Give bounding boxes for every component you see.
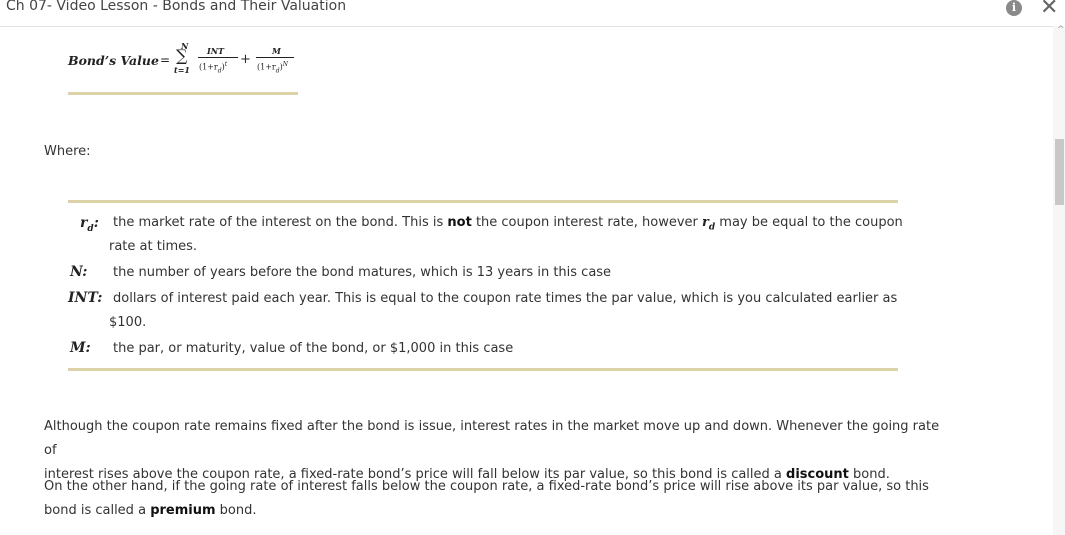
lesson-content: Bond’s Value = N ∑ t=1 INT (1+rd)t + M (…: [0, 26, 1053, 535]
term1-denominator: (1+rd)t: [199, 61, 228, 75]
summation-symbol: ∑: [176, 46, 188, 65]
vertical-scrollbar[interactable]: [1053, 26, 1065, 535]
where-label: Where:: [44, 144, 91, 159]
term2-denominator: (1+rd)N: [257, 61, 288, 75]
close-icon[interactable]: ✕: [1040, 0, 1058, 20]
m-symbol: M:: [70, 340, 91, 356]
int-symbol: INT:: [68, 290, 103, 306]
window-title: Ch 07- Video Lesson - Bonds and Their Va…: [6, 0, 347, 14]
term1-fraction-bar: [198, 57, 238, 58]
formula-equals: =: [160, 53, 171, 67]
sum-lower-limit: t=1: [174, 65, 190, 75]
rd-definition: the market rate of the interest on the b…: [113, 215, 903, 233]
formula-divider: [68, 92, 298, 95]
int-definition: dollars of interest paid each year. This…: [113, 291, 898, 306]
formula-plus: +: [240, 52, 251, 67]
scroll-up-icon[interactable]: ^: [1057, 25, 1065, 35]
term1-numerator: INT: [207, 46, 225, 56]
rd-symbol: rd:: [80, 215, 99, 234]
n-symbol: N:: [70, 264, 88, 280]
m-definition: the par, or maturity, value of the bond,…: [113, 341, 514, 356]
scroll-thumb[interactable]: [1055, 139, 1064, 205]
int-definition-cont: $100.: [109, 315, 147, 330]
n-definition: the number of years before the bond matu…: [113, 265, 612, 280]
info-icon[interactable]: i: [1006, 0, 1022, 16]
title-bar: Ch 07- Video Lesson - Bonds and Their Va…: [0, 0, 1065, 27]
definitions-bottom-divider: [68, 368, 898, 371]
premium-term: premium: [150, 503, 216, 518]
premium-bond-paragraph: On the other hand, if the going rate of …: [44, 479, 929, 518]
definitions-top-divider: [68, 200, 898, 203]
term2-fraction-bar: [256, 57, 294, 58]
rd-definition-cont: rate at times.: [109, 239, 198, 254]
formula-label: Bond’s Value: [68, 53, 159, 68]
term2-numerator: M: [272, 46, 281, 56]
